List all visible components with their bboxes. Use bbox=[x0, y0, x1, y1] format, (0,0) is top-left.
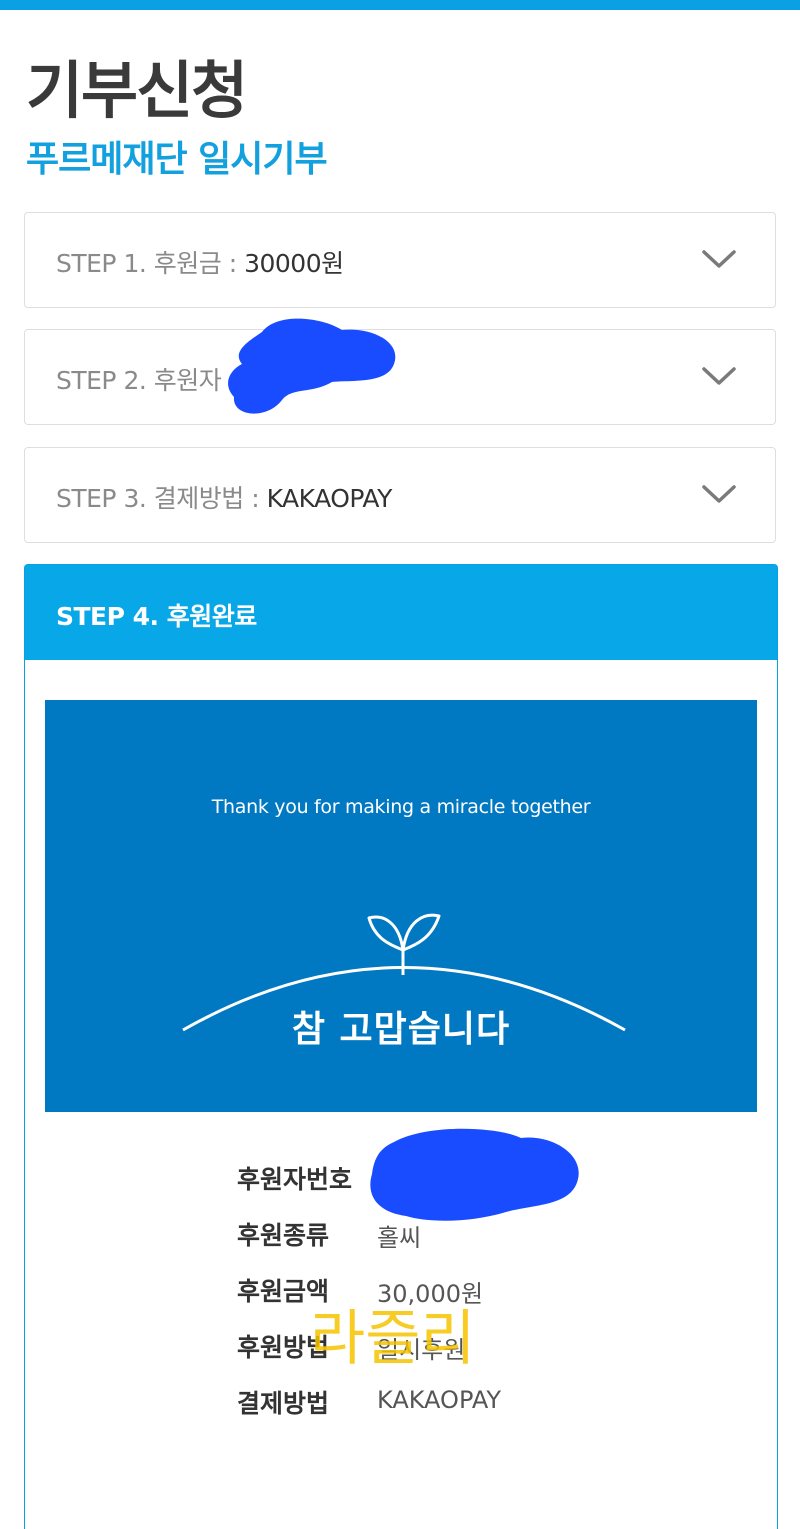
page-title: 기부신청 bbox=[26, 54, 248, 127]
page-subtitle: 푸르메재단 일시기부 bbox=[26, 139, 328, 180]
step-1-value: 30000원 bbox=[244, 249, 344, 278]
top-accent-bar bbox=[0, 0, 800, 10]
step-2-label: STEP 2. 후원자 bbox=[56, 366, 222, 395]
chevron-down-icon[interactable] bbox=[701, 247, 737, 271]
step-3-label: STEP 3. 결제방법 : KAKAOPAY bbox=[56, 484, 393, 513]
step-1-accordion[interactable]: STEP 1. 후원금 : 30000원 bbox=[24, 212, 776, 308]
chevron-down-icon[interactable] bbox=[701, 364, 737, 388]
step-4-panel: STEP 4. 후원완료 Thank you for making a mira… bbox=[24, 564, 778, 1529]
redaction-scribble bbox=[228, 318, 396, 414]
redaction-scribble bbox=[370, 1128, 579, 1221]
info-label: 결제방법 bbox=[237, 1389, 330, 1418]
info-label: 후원종류 bbox=[237, 1221, 330, 1250]
watermark-text: 라즐리 bbox=[310, 1304, 476, 1374]
step-4-title: STEP 4. 후원완료 bbox=[56, 602, 257, 631]
thank-you-banner: Thank you for making a miracle together … bbox=[45, 700, 757, 1112]
info-value: KAKAOPAY bbox=[377, 1386, 502, 1414]
step-1-label: STEP 1. 후원금 : 30000원 bbox=[56, 249, 344, 278]
step-3-value: KAKAOPAY bbox=[266, 484, 393, 513]
chevron-down-icon[interactable] bbox=[701, 482, 737, 506]
info-label: 후원자번호 bbox=[237, 1165, 353, 1194]
step-4-header[interactable]: STEP 4. 후원완료 bbox=[25, 565, 777, 660]
banner-korean-text: 참 고맙습니다 bbox=[291, 1009, 511, 1050]
step-3-accordion[interactable]: STEP 3. 결제방법 : KAKAOPAY bbox=[24, 447, 776, 543]
info-row-payment-method: 결제방법 KAKAOPAY bbox=[237, 1384, 637, 1424]
